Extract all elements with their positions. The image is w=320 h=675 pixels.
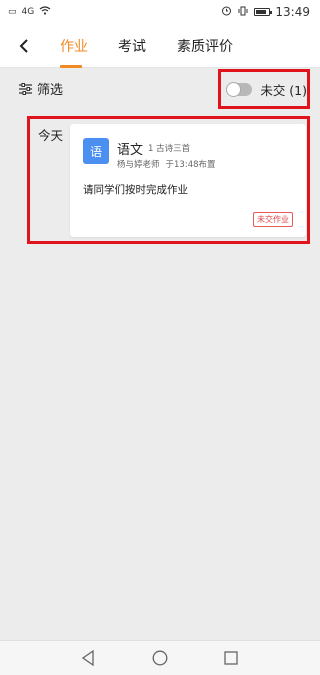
- status-left-icons: ▭ 4G: [8, 6, 51, 18]
- teacher-name: 杨与婷老师: [117, 160, 160, 170]
- homework-content: 请同学们按时完成作业: [83, 184, 188, 196]
- sim-icon: ▭: [8, 7, 17, 17]
- subject-name: 语文: [117, 143, 144, 158]
- subject-icon: 语: [83, 138, 109, 164]
- active-tab-indicator: [60, 65, 82, 68]
- chevron-left-icon: [19, 39, 28, 53]
- sliders-icon: [18, 82, 33, 96]
- status-time: 13:49: [275, 5, 310, 19]
- signal-icon: 4G: [21, 7, 35, 17]
- tab-quality-evaluation[interactable]: 素质评价: [177, 36, 233, 56]
- filter-button[interactable]: 筛选: [18, 79, 63, 98]
- homework-title: 1 古诗三首: [148, 144, 191, 154]
- back-button[interactable]: [14, 34, 34, 58]
- assigned-time: 于13:48布置: [165, 160, 216, 170]
- recents-square-icon[interactable]: [224, 650, 238, 666]
- status-bar: ▭ 4G 13:49: [0, 0, 320, 24]
- top-nav-bar: 作业 考试 素质评价: [0, 24, 320, 68]
- tab-exam[interactable]: 考试: [118, 36, 146, 56]
- back-triangle-icon[interactable]: [81, 650, 95, 666]
- teacher-line: 杨与婷老师 于13:48布置: [117, 158, 216, 170]
- homework-card[interactable]: 语 语文 1 古诗三首 杨与婷老师 于13:48布置 请同学们按时完成作业 未交作…: [70, 124, 306, 237]
- wifi-icon: [39, 6, 51, 18]
- unsubmitted-toggle-label: 未交 (1): [260, 82, 307, 98]
- status-badge: 未交作业: [253, 212, 293, 227]
- tab-homework[interactable]: 作业: [60, 36, 88, 56]
- battery-icon: [254, 8, 273, 16]
- status-right-icons: 13:49: [221, 5, 310, 19]
- system-nav-bar: [0, 640, 320, 675]
- vibrate-icon: [237, 6, 249, 19]
- toggle-knob: [226, 81, 241, 97]
- alarm-icon: [221, 5, 232, 19]
- unsubmitted-toggle[interactable]: [226, 81, 253, 97]
- home-circle-icon[interactable]: [152, 650, 168, 666]
- filter-label: 筛选: [37, 83, 64, 98]
- unsubmitted-toggle-area: 未交 (1): [218, 69, 310, 109]
